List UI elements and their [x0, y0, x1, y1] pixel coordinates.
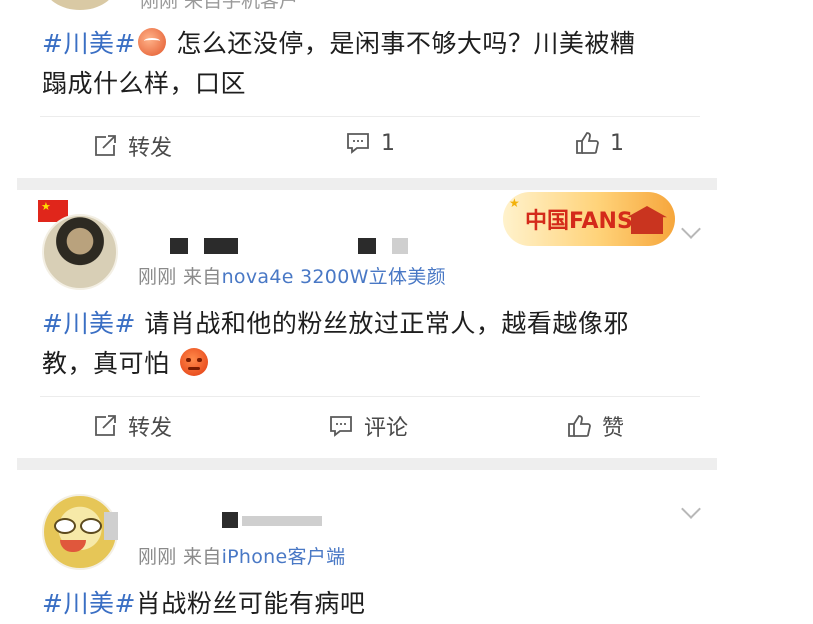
post-body: #川美# 怎么还没停，是闲事不够大吗？川美被糟 蹋成什么样，口区 — [42, 24, 635, 104]
divider — [40, 116, 700, 117]
redacted-area — [104, 512, 118, 540]
avatar[interactable] — [42, 214, 118, 290]
post-time: 刚刚 — [138, 546, 177, 568]
shrimp-emoji — [137, 28, 166, 56]
star-icon: ★ — [509, 196, 520, 210]
post-meta: 刚刚 来自nova4e 3200W立体美颜 — [138, 262, 446, 289]
avatar[interactable] — [44, 0, 116, 10]
repost-icon — [95, 135, 116, 156]
badge-label: 中国FANS — [525, 209, 633, 234]
comment-icon — [330, 416, 352, 437]
tiananmen-icon — [627, 206, 667, 234]
like-button[interactable]: 赞 — [566, 410, 624, 442]
source-link[interactable]: iPhone客户端 — [222, 546, 346, 568]
comment-button[interactable]: 1 — [345, 130, 395, 156]
post-text: 请肖战和他的粉丝放过正常人，越看越像邪 — [144, 309, 629, 338]
source-prefix: 来自 — [182, 266, 222, 288]
repost-icon — [95, 415, 116, 436]
source-link[interactable]: nova4e 3200W立体美颜 — [222, 266, 446, 288]
feed-separator — [17, 458, 717, 470]
post-meta: 刚刚 来自iPhone客户端 — [138, 542, 345, 569]
weibo-feed: 刚刚 来自手机客户 #川美# 怎么还没停，是闲事不够大吗？川美被糟 蹋成什么样，… — [0, 0, 717, 622]
post-text: 肖战粉丝可能有病吧 — [135, 589, 366, 618]
post-text: 怎么还没停，是闲事不够大吗？川美被糟 — [176, 29, 636, 58]
hashtag-link[interactable]: #川美# — [42, 589, 136, 618]
dropdown-chevron-icon[interactable] — [681, 499, 701, 519]
hashtag-link[interactable]: #川美# — [42, 29, 136, 58]
comment-button[interactable]: 评论 — [328, 410, 408, 442]
dropdown-chevron-icon[interactable] — [681, 219, 701, 239]
repost-label: 转发 — [128, 136, 173, 161]
redacted-username — [170, 238, 188, 254]
like-button[interactable]: 1 — [574, 130, 624, 156]
divider — [40, 396, 700, 397]
redacted-username — [242, 516, 322, 526]
post-text-line2: 教，真可怕 — [42, 349, 170, 378]
like-label: 赞 — [602, 416, 625, 441]
like-icon — [568, 415, 591, 437]
avatar-eye — [54, 518, 76, 534]
comment-count: 1 — [381, 130, 395, 156]
repost-button[interactable]: 转发 — [92, 410, 172, 442]
avatar-mouth — [60, 540, 86, 552]
redacted-username — [204, 238, 238, 254]
avatar-eye — [80, 518, 102, 534]
feed-separator — [17, 178, 717, 190]
redacted-username — [358, 238, 376, 254]
comment-icon — [347, 133, 369, 154]
redacted-username — [392, 238, 408, 254]
post-text-line2: 蹋成什么样，口区 — [42, 69, 247, 98]
post-meta: 刚刚 来自手机客户 — [140, 0, 299, 12]
source-prefix: 来自 — [182, 546, 222, 568]
hashtag-link[interactable]: #川美# — [42, 309, 136, 338]
angry-emoji — [179, 348, 208, 376]
post-body: #川美# 请肖战和他的粉丝放过正常人，越看越像邪 教，真可怕 — [42, 304, 629, 384]
repost-label: 转发 — [128, 416, 173, 441]
fan-badge[interactable]: ★ 中国FANS — [503, 192, 675, 246]
repost-button[interactable]: 转发 — [92, 130, 172, 162]
comment-label: 评论 — [364, 416, 409, 441]
redacted-username — [222, 512, 238, 528]
like-icon — [576, 132, 599, 154]
like-count: 1 — [610, 130, 624, 156]
post-body: #川美#肖战粉丝可能有病吧 — [42, 584, 365, 624]
post-time: 刚刚 — [138, 266, 177, 288]
